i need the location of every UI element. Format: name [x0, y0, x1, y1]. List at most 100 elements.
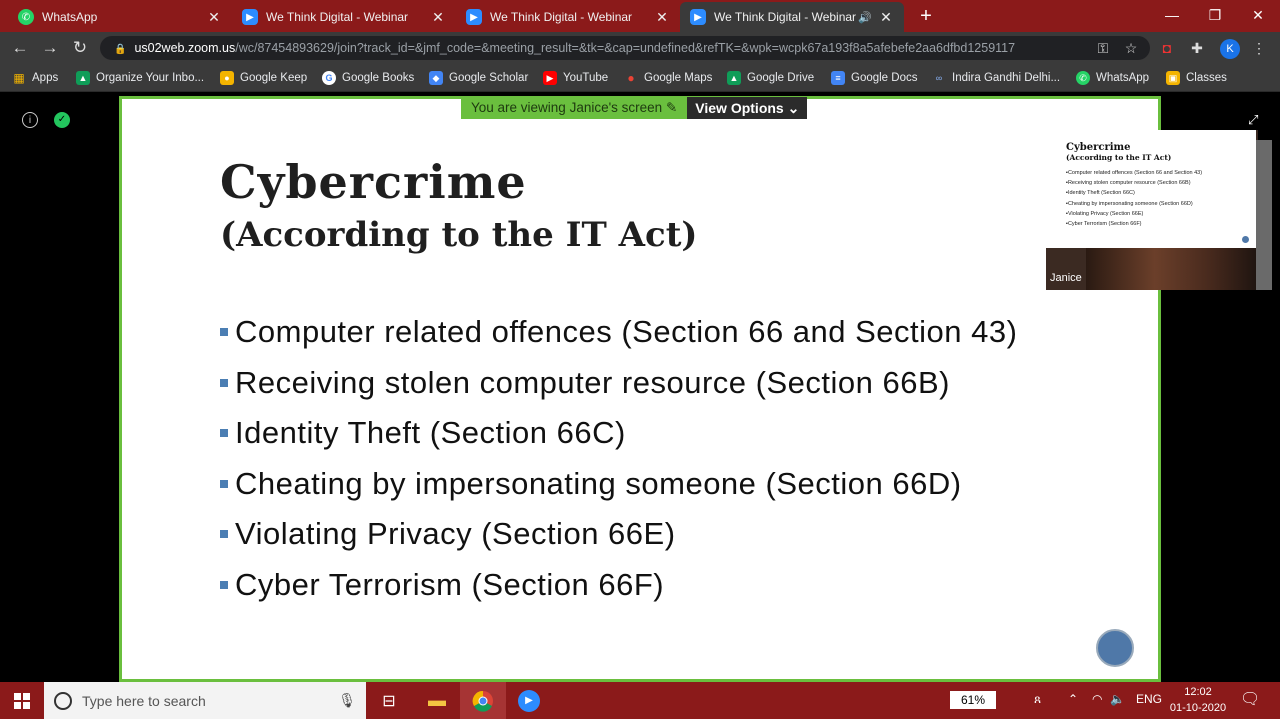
screen-share-banner: You are viewing Janice's screen ✎ View O… [461, 97, 808, 119]
tab-whatsapp[interactable]: ✆ WhatsApp ✕ [8, 2, 232, 32]
bookmark-youtube[interactable]: ▶ YouTube [543, 68, 608, 88]
screen: ✆ WhatsApp ✕ ▶ We Think Digital - Webina… [0, 0, 1280, 719]
thumbnail-bullet-text: Cheating by impersonating someone (Secti… [1067, 200, 1193, 207]
close-tab-icon[interactable]: ✕ [430, 9, 446, 26]
apps-grid-icon: ▦ [13, 71, 25, 85]
battery-indicator[interactable]: 61% [950, 691, 996, 709]
close-tab-icon[interactable]: ✕ [654, 9, 670, 26]
bookmark-whatsapp[interactable]: ✆ WhatsApp [1076, 68, 1149, 88]
bookmark-google-books[interactable]: G Google Books [322, 68, 414, 88]
google-icon: G [322, 71, 336, 85]
chrome-icon [472, 690, 493, 712]
bookmark-google-scholar[interactable]: ◆ Google Scholar [429, 68, 528, 88]
thumbnail-subtitle: (According to the IT Act) [1066, 153, 1172, 162]
browser-toolbar: ← → ↻ 🔒 us02web.zoom.us/wc/87454893629/jo… [0, 32, 1280, 64]
chevron-down-icon: ⌄ [787, 100, 800, 116]
close-tab-icon[interactable]: ✕ [878, 9, 894, 26]
slide-title: Cybercrime [220, 155, 527, 209]
bookmark-label: Google Drive [747, 72, 815, 84]
bullet-text: Cheating by impersonating someone (Secti… [235, 465, 962, 501]
thumbnail-bullet: ▪Violating Privacy (Section 66E) [1066, 210, 1144, 217]
classroom-icon: ▣ [1166, 71, 1180, 85]
bookmark-organize-inbox[interactable]: ▲ Organize Your Inbo... [76, 68, 204, 88]
thumbnail-slide-preview: Cybercrime (According to the IT Act) ▪Co… [1046, 130, 1256, 248]
back-icon[interactable]: ← [8, 36, 32, 60]
bookmark-google-drive[interactable]: ▲ Google Drive [727, 68, 814, 88]
reload-icon[interactable]: ↻ [68, 36, 92, 60]
close-window-button[interactable]: ✕ [1238, 2, 1278, 28]
fullscreen-icon[interactable]: ⤢ [1248, 112, 1258, 128]
start-button[interactable] [0, 682, 44, 719]
slide-subtitle: (According to the IT Act) [220, 215, 698, 255]
taskbar-search-box[interactable]: Type here to search 🎙 [44, 682, 366, 719]
participant-name: Janice [1050, 272, 1082, 284]
bullet-marker [220, 328, 228, 337]
thumbnail-title: Cybercrime [1066, 142, 1131, 153]
address-bar[interactable]: 🔒 us02web.zoom.us/wc/87454893629/join?tra… [100, 36, 1150, 60]
tab-webinar-1[interactable]: ▶ We Think Digital - Webinar ✕ [232, 2, 456, 32]
zoom-icon: ▶ [518, 689, 540, 712]
thumbnail-bullet-text: Computer related offences (Section 66 an… [1067, 170, 1203, 176]
search-placeholder: Type here to search [82, 692, 206, 709]
shared-screen-slide: Cybercrime (According to the IT Act) Com… [119, 96, 1161, 682]
maximize-button[interactable]: ❐ [1195, 2, 1235, 28]
pencil-icon[interactable]: ✎ [666, 100, 677, 115]
url-host: us02web.zoom.us [134, 41, 236, 55]
participant-video-thumbnail[interactable]: Cybercrime (According to the IT Act) ▪Co… [1046, 130, 1258, 290]
system-clock[interactable]: 12:02 01-10-2020 [1160, 684, 1236, 716]
people-icon[interactable]: ጸ [1034, 692, 1041, 707]
bookmark-google-docs[interactable]: ≡ Google Docs [831, 68, 917, 88]
show-hidden-icons-chevron[interactable]: ⌃ [1068, 692, 1078, 706]
shield-check-icon[interactable]: ✓ [54, 112, 70, 128]
close-tab-icon[interactable]: ✕ [206, 9, 222, 26]
bookmark-label: YouTube [563, 72, 609, 84]
bullet-marker [220, 429, 228, 438]
tab-webinar-2[interactable]: ▶ We Think Digital - Webinar ✕ [456, 2, 680, 32]
volume-icon[interactable]: 🔈 [1110, 692, 1125, 706]
bookmark-classes[interactable]: ▣ Classes [1166, 68, 1227, 88]
microphone-icon[interactable]: 🎙 [338, 692, 356, 709]
zoom-taskbar-icon[interactable]: ▶ [506, 682, 552, 719]
bookmark-google-keep[interactable]: ● Google Keep [220, 68, 307, 88]
bullet-marker [220, 378, 228, 387]
task-view-icon[interactable]: ⊟ [366, 682, 412, 719]
zoom-icon: ▶ [690, 9, 706, 25]
info-icon[interactable]: i [22, 112, 38, 128]
key-icon[interactable]: ⚿ [1094, 37, 1112, 59]
thumbnail-slide-dot [1242, 236, 1249, 243]
zoom-icon: ▶ [466, 9, 482, 25]
tab-webinar-active[interactable]: ▶ We Think Digital - Webinar 🔊 ✕ [680, 2, 904, 32]
forward-icon[interactable]: → [38, 36, 62, 60]
bullet-marker [220, 580, 228, 589]
pocket-extension-icon[interactable]: ◘ [1158, 37, 1176, 59]
thumbnail-bullet-text: Receiving stolen computer resource (Sect… [1067, 180, 1191, 187]
bookmark-apps[interactable]: ▦ Apps [12, 68, 58, 88]
view-options-button[interactable]: View Options ⌄ [687, 97, 808, 119]
wifi-icon[interactable]: ◠ [1092, 692, 1102, 706]
bookmark-label: Organize Your Inbo... [96, 72, 205, 84]
bullet-item: Cheating by impersonating someone (Secti… [220, 459, 1017, 510]
thumbnail-bullet: ▪Computer related offences (Section 66 a… [1066, 170, 1203, 176]
profile-avatar[interactable]: K [1220, 39, 1240, 59]
slide-bullet-list: Computer related offences (Section 66 an… [220, 307, 1017, 610]
thumbnail-side-strip [1256, 140, 1272, 290]
bullet-item: Receiving stolen computer resource (Sect… [220, 358, 1017, 409]
speaker-icon[interactable]: 🔊 [858, 11, 872, 24]
bookmark-label: Google Docs [851, 72, 918, 84]
file-explorer-icon[interactable]: ▬ [414, 682, 460, 719]
minimize-button[interactable]: — [1152, 2, 1192, 28]
chrome-taskbar-icon[interactable] [460, 682, 506, 719]
language-indicator[interactable]: ENG [1136, 692, 1162, 706]
extensions-puzzle-icon[interactable]: ✚ [1188, 37, 1206, 59]
thumbnail-bullet-text: Identity Theft (Section 66C) [1067, 190, 1135, 197]
bookmark-star-icon[interactable]: ☆ [1122, 37, 1140, 59]
bookmark-indira-gandhi[interactable]: ∞ Indira Gandhi Delhi... [932, 68, 1060, 88]
link-icon: ∞ [935, 73, 943, 83]
bookmark-label: Google Books [342, 72, 415, 84]
bookmark-google-maps[interactable]: ● Google Maps [624, 68, 712, 88]
new-tab-button[interactable]: + [914, 4, 938, 28]
bullet-marker [220, 479, 228, 488]
menu-kebab-icon[interactable]: ⋮ [1250, 37, 1268, 59]
notifications-icon[interactable]: 🗨 [1240, 689, 1260, 709]
slide-navigation-button[interactable] [1096, 629, 1134, 667]
